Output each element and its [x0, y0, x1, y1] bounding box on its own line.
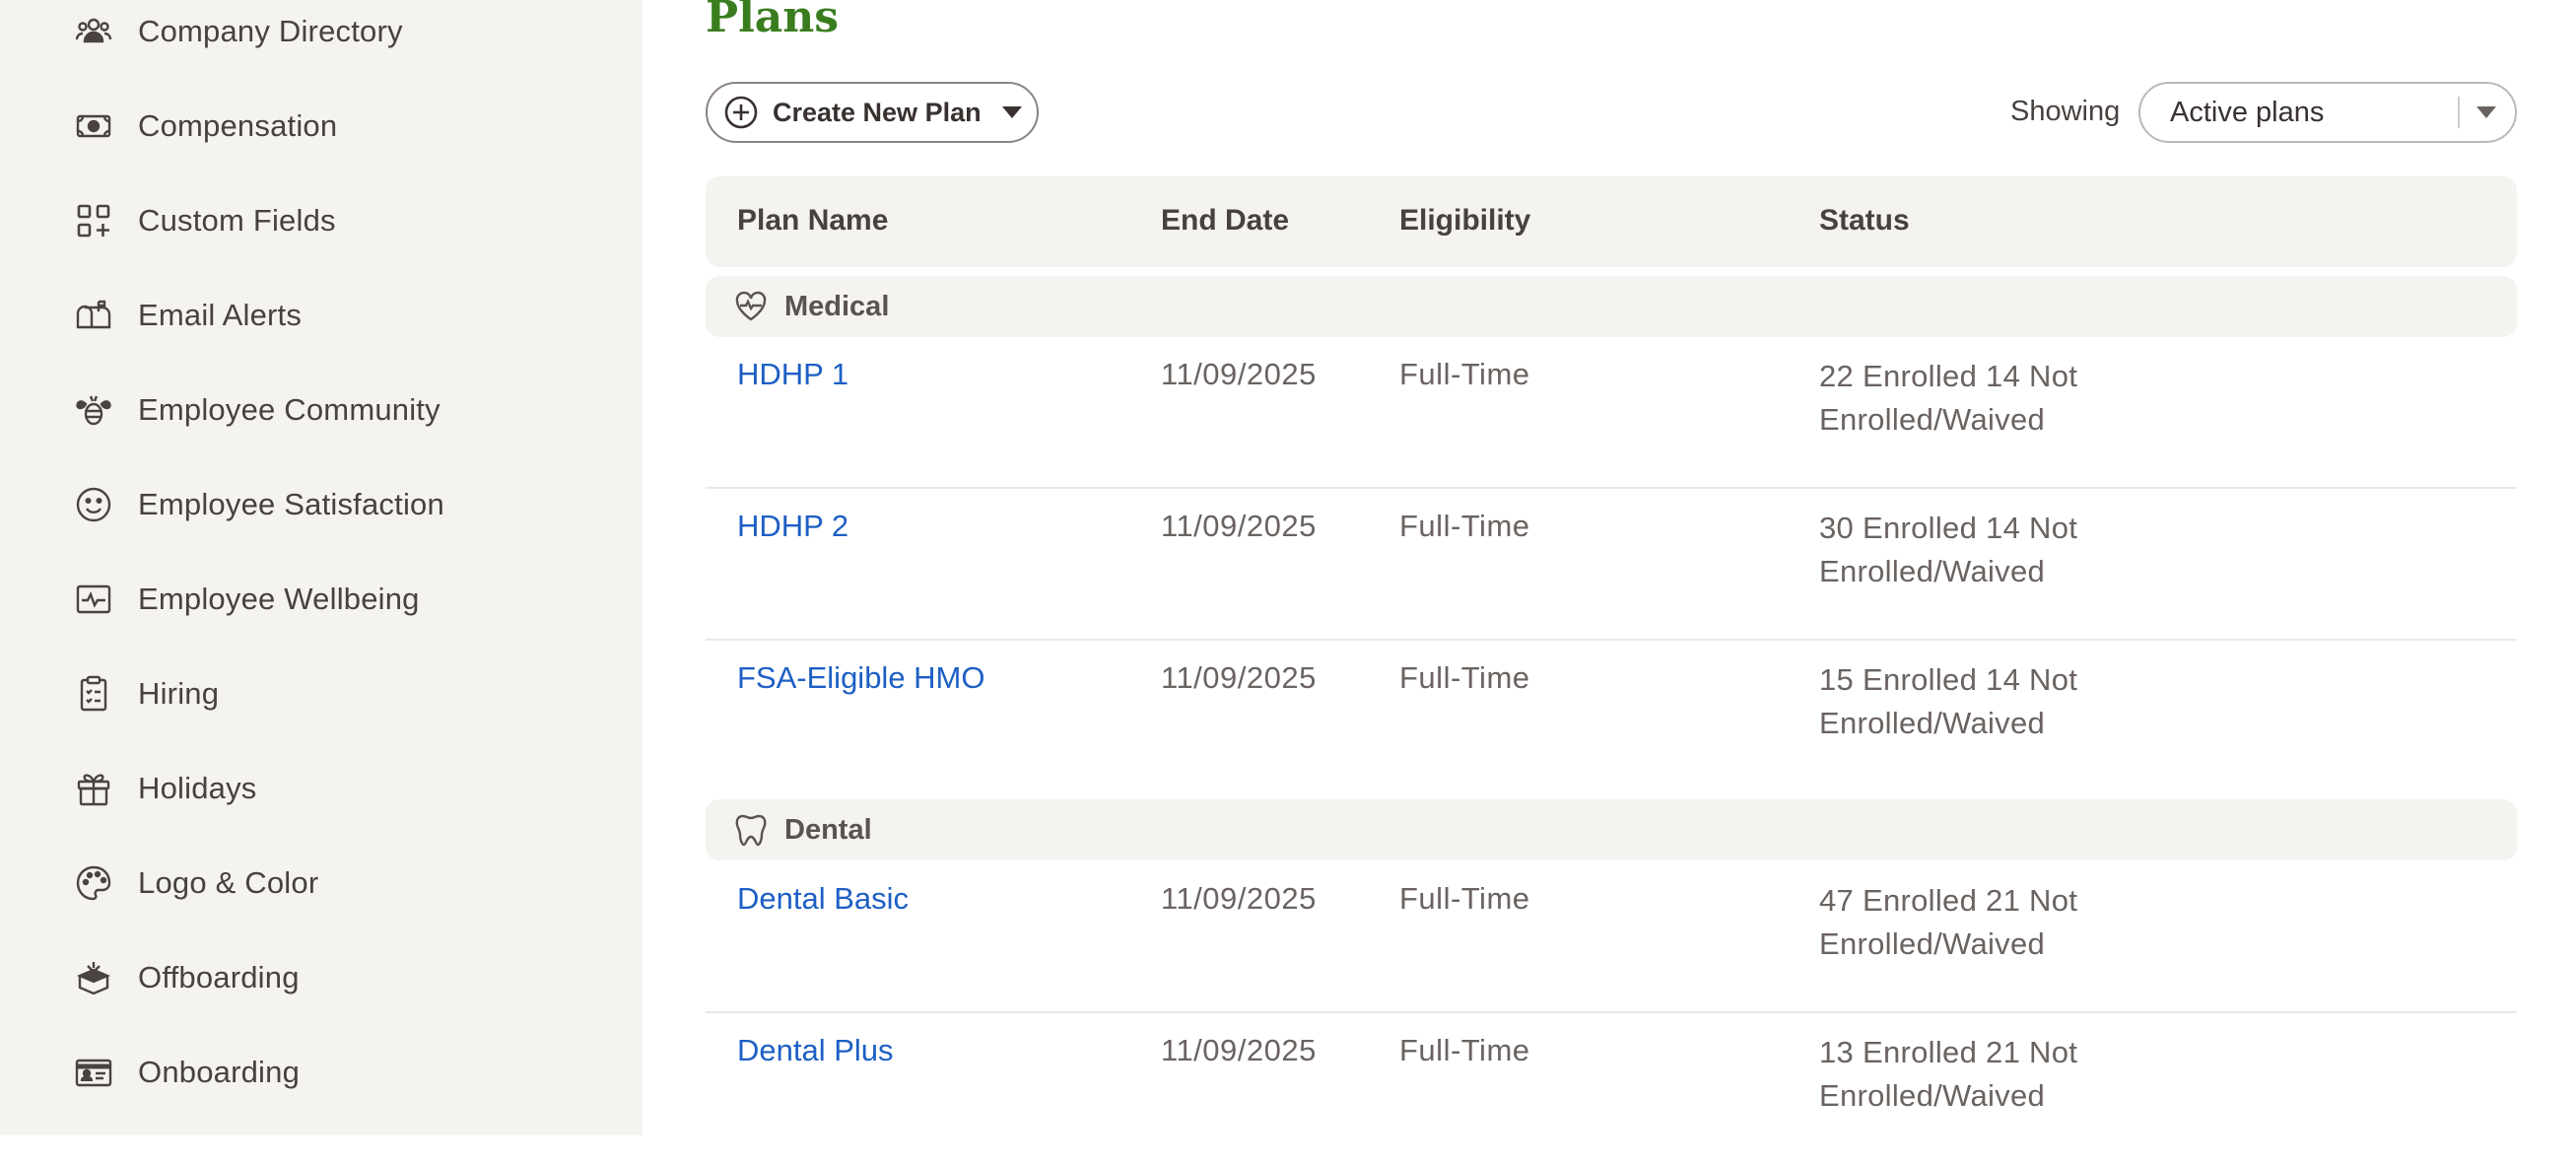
- sidebar-item-label: Offboarding: [138, 960, 300, 994]
- status: 15 Enrolled 14 Not Enrolled/Waived: [1819, 658, 2135, 745]
- plans-table-header: Plan Name End Date Eligibility Status: [706, 176, 2517, 267]
- eligibility: Full-Time: [1399, 660, 1530, 695]
- column-header-status[interactable]: Status: [1819, 204, 1910, 238]
- eligibility: Full-Time: [1399, 357, 1530, 391]
- smile-icon: [71, 482, 116, 527]
- sidebar-item-label: Logo & Color: [138, 865, 319, 900]
- sidebar-item-onboarding[interactable]: Onboarding: [71, 1043, 623, 1102]
- sidebar-item-company-directory[interactable]: Company Directory: [71, 2, 623, 61]
- sidebar-item-label: Compensation: [138, 108, 338, 143]
- table-row: Dental Basic 11/09/2025 Full-Time 47 Enr…: [706, 861, 2517, 1013]
- create-new-plan-button[interactable]: Create New Plan: [706, 82, 1039, 143]
- sidebar-item-employee-community[interactable]: Employee Community: [71, 380, 623, 440]
- column-header-plan-name[interactable]: Plan Name: [737, 204, 888, 238]
- table-row: FSA-Eligible HMO 11/09/2025 Full-Time 15…: [706, 641, 2517, 792]
- bee-icon: [71, 387, 116, 433]
- sidebar-item-holidays[interactable]: Holidays: [71, 759, 623, 818]
- sidebar-item-label: Hiring: [138, 676, 220, 711]
- plus-circle-icon: [724, 96, 758, 129]
- create-new-plan-label: Create New Plan: [773, 97, 982, 127]
- custom-fields-icon: [71, 198, 116, 243]
- caret-down-icon: [1001, 106, 1022, 118]
- table-row: HDHP 2 11/09/2025 Full-Time 30 Enrolled …: [706, 489, 2517, 641]
- sidebar-item-label: Email Alerts: [138, 298, 303, 332]
- column-header-end-date[interactable]: End Date: [1161, 204, 1289, 238]
- caret-down-icon: [2476, 106, 2496, 118]
- people-icon: [71, 9, 116, 54]
- status-line: Enrolled/Waived: [1819, 706, 2046, 740]
- plan-name-link[interactable]: HDHP 2: [737, 509, 848, 544]
- group-header-dental: Dental: [706, 799, 2517, 860]
- id-card-icon: [71, 1050, 116, 1095]
- group-label: Dental: [784, 813, 872, 846]
- sidebar-item-custom-fields[interactable]: Custom Fields: [71, 191, 623, 250]
- sidebar-item-label: Onboarding: [138, 1055, 301, 1089]
- end-date: 11/09/2025: [1161, 881, 1317, 916]
- plan-filter-value: Active plans: [2170, 96, 2325, 128]
- sidebar-item-hiring[interactable]: Hiring: [71, 664, 623, 723]
- eligibility: Full-Time: [1399, 509, 1530, 543]
- select-divider: [2458, 97, 2460, 128]
- status-line: 47 Enrolled 21 Not: [1819, 883, 2078, 918]
- eligibility: Full-Time: [1399, 881, 1530, 916]
- status-line: 22 Enrolled 14 Not: [1819, 359, 2078, 393]
- clipboard-icon: [71, 671, 116, 717]
- sidebar-item-label: Employee Community: [138, 392, 441, 427]
- status-line: 30 Enrolled 14 Not: [1819, 511, 2078, 545]
- money-icon: [71, 103, 116, 149]
- sidebar-item-label: Holidays: [138, 771, 257, 805]
- plan-name-link[interactable]: Dental Basic: [737, 881, 909, 917]
- status-line: Enrolled/Waived: [1819, 402, 2046, 437]
- table-row: HDHP 1 11/09/2025 Full-Time 22 Enrolled …: [706, 337, 2517, 489]
- sidebar-item-employee-wellbeing[interactable]: Employee Wellbeing: [71, 570, 623, 629]
- settings-sidebar: Company Directory Compensation Custom Fi…: [0, 0, 643, 1135]
- gift-icon: [71, 766, 116, 811]
- plan-filter-select[interactable]: Active plans: [2138, 82, 2517, 143]
- status-line: 13 Enrolled 21 Not: [1819, 1035, 2078, 1069]
- table-row: Dental Plus 11/09/2025 Full-Time 13 Enro…: [706, 1013, 2517, 1165]
- plan-name-link[interactable]: FSA-Eligible HMO: [737, 660, 985, 696]
- group-label: Medical: [784, 290, 890, 322]
- status: 47 Enrolled 21 Not Enrolled/Waived: [1819, 879, 2135, 966]
- sidebar-item-email-alerts[interactable]: Email Alerts: [71, 286, 623, 345]
- sidebar-item-compensation[interactable]: Compensation: [71, 97, 623, 156]
- plan-name-link[interactable]: HDHP 1: [737, 357, 848, 392]
- status: 13 Enrolled 21 Not Enrolled/Waived: [1819, 1031, 2135, 1118]
- sidebar-item-label: Employee Satisfaction: [138, 487, 444, 521]
- sidebar-item-label: Company Directory: [138, 14, 403, 48]
- end-date: 11/09/2025: [1161, 357, 1317, 391]
- end-date: 11/09/2025: [1161, 660, 1317, 695]
- wellbeing-icon: [71, 577, 116, 622]
- eligibility: Full-Time: [1399, 1033, 1530, 1067]
- palette-icon: [71, 860, 116, 906]
- offboarding-icon: [71, 955, 116, 1000]
- sidebar-item-logo-color[interactable]: Logo & Color: [71, 854, 623, 913]
- sidebar-item-offboarding[interactable]: Offboarding: [71, 948, 623, 1007]
- column-header-eligibility[interactable]: Eligibility: [1399, 204, 1530, 238]
- status-line: Enrolled/Waived: [1819, 1078, 2046, 1113]
- status-line: Enrolled/Waived: [1819, 554, 2046, 588]
- status: 30 Enrolled 14 Not Enrolled/Waived: [1819, 507, 2135, 593]
- showing-label: Showing: [2010, 96, 2121, 127]
- sidebar-item-label: Custom Fields: [138, 203, 336, 238]
- status-line: 15 Enrolled 14 Not: [1819, 662, 2078, 697]
- mailbox-icon: [71, 293, 116, 338]
- end-date: 11/09/2025: [1161, 1033, 1317, 1067]
- page-title: Plans: [706, 0, 840, 42]
- heartbeat-icon: [735, 291, 767, 321]
- status-line: Enrolled/Waived: [1819, 926, 2046, 961]
- tooth-icon: [735, 814, 767, 847]
- plan-name-link[interactable]: Dental Plus: [737, 1033, 894, 1068]
- sidebar-item-label: Employee Wellbeing: [138, 582, 420, 616]
- status: 22 Enrolled 14 Not Enrolled/Waived: [1819, 355, 2135, 442]
- sidebar-item-employee-satisfaction[interactable]: Employee Satisfaction: [71, 475, 623, 534]
- end-date: 11/09/2025: [1161, 509, 1317, 543]
- group-header-medical: Medical: [706, 276, 2517, 337]
